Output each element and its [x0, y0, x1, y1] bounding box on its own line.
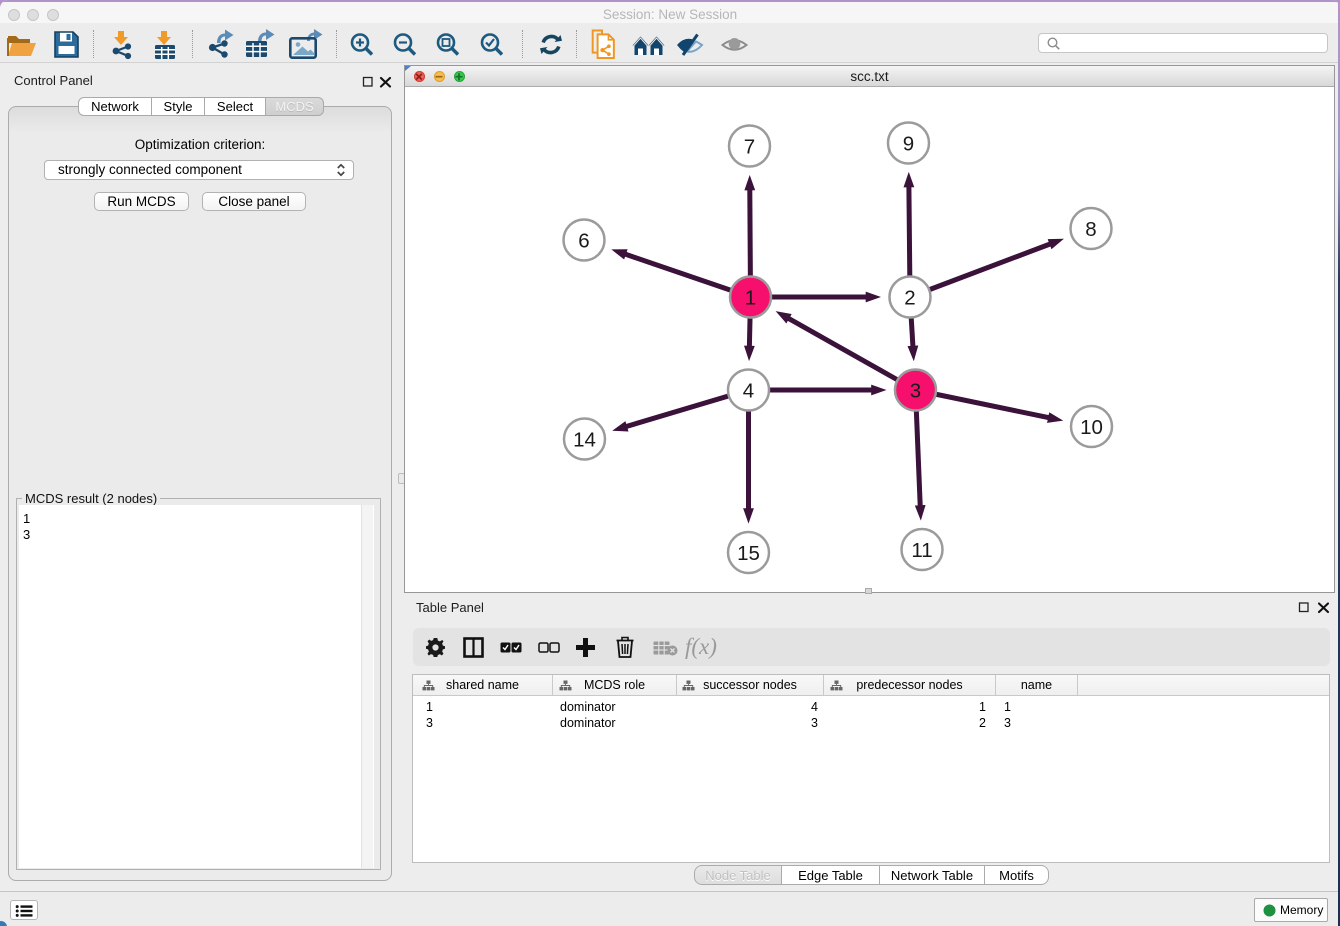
svg-text:6: 6: [578, 230, 589, 253]
svg-text:9: 9: [903, 133, 914, 156]
svg-text:4: 4: [743, 380, 754, 403]
svg-text:7: 7: [744, 136, 755, 159]
svg-text:15: 15: [737, 542, 760, 565]
svg-text:14: 14: [573, 429, 596, 452]
svg-text:2: 2: [904, 287, 915, 310]
svg-text:8: 8: [1085, 218, 1096, 241]
svg-text:1: 1: [745, 287, 756, 310]
svg-text:11: 11: [911, 539, 932, 562]
svg-text:3: 3: [910, 380, 921, 403]
svg-text:10: 10: [1080, 416, 1103, 439]
